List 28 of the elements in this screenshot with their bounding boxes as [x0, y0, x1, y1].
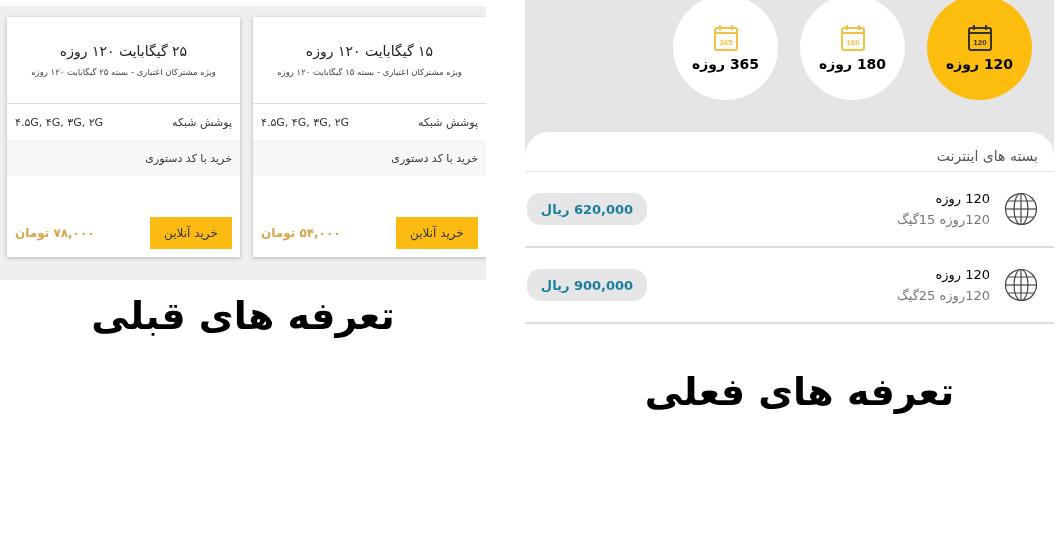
package-title: 120 روزه: [935, 267, 990, 282]
calendar-icon: 120: [966, 23, 993, 52]
globe-icon: [1004, 268, 1038, 302]
coverage-label: پوشش شبکه: [418, 115, 478, 129]
coverage-value: ۴.۵G, ۴G, ۳G, ۲G: [15, 115, 104, 129]
price-pill[interactable]: 900,000 ریال: [527, 269, 647, 301]
section-title: بسته های اینترنت: [936, 148, 1038, 164]
plan-title: ۱۵ گیگابایت ۱۲۰ روزه: [305, 43, 434, 59]
plan-title: ۲۵ گیگابایت ۱۲۰ روزه: [59, 43, 188, 59]
ussd-label: خرید با کد دستوری: [391, 151, 478, 165]
globe-icon: [1004, 192, 1038, 226]
package-title: 120 روزه: [935, 191, 990, 206]
buy-online-button[interactable]: خرید آنلاین: [396, 217, 478, 249]
buy-online-button[interactable]: خرید آنلاین: [150, 217, 232, 249]
package-subtitle: 120روزه 25گیگ: [897, 288, 990, 303]
calendar-icon: 365: [712, 23, 739, 52]
plan-price: ۷۸,۰۰۰ تومان: [15, 226, 95, 240]
ussd-label: خرید با کد دستوری: [145, 151, 232, 165]
coverage-value: ۴.۵G, ۴G, ۳G, ۲G: [261, 115, 350, 129]
plan-price: ۵۴,۰۰۰ تومان: [261, 226, 341, 240]
plan-subtitle: ویژه مشترکان اعتباری - بسته ۱۵ گیگابایت ۱۲۰ روزه: [277, 67, 462, 77]
price-pill[interactable]: 620,000 ریال: [527, 193, 647, 225]
caption: تعرفه های فعلی: [643, 370, 956, 414]
coverage-label: پوشش شبکه: [172, 115, 232, 129]
package-subtitle: 120روزه 15گیگ: [897, 212, 990, 227]
caption: تعرفه های قبلی: [90, 294, 396, 338]
calendar-icon: 180: [839, 23, 866, 52]
plan-subtitle: ویژه مشترکان اعتباری - بسته ۲۵ گیگابایت ۱۲۰ روزه: [31, 67, 216, 77]
